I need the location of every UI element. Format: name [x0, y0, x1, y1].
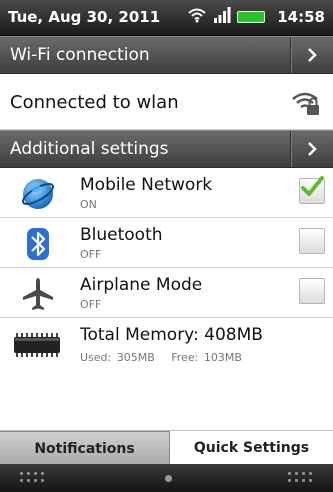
- status-icons: [187, 7, 265, 27]
- quick-settings-list: Mobile Network ON Bluetooth OFF Airplane…: [0, 168, 333, 372]
- memory-usage: Used: 305MB Free: 103MB: [80, 351, 242, 364]
- memory-free: Free: 103MB: [171, 351, 242, 364]
- secured-wifi-icon: [291, 89, 321, 121]
- signal-icon: [213, 7, 231, 27]
- item-title: Airplane Mode: [80, 275, 203, 295]
- bluetooth-checkbox[interactable]: [299, 228, 325, 254]
- list-item-airplane-mode[interactable]: Airplane Mode OFF: [0, 268, 333, 318]
- item-status: ON: [80, 198, 97, 211]
- memory-used: Used: 305MB: [80, 351, 155, 364]
- chevron-right-icon[interactable]: [290, 131, 333, 167]
- wifi-status-label: Connected to wlan: [10, 92, 179, 113]
- globe-icon: [20, 176, 56, 212]
- mobile-network-checkbox[interactable]: [299, 176, 325, 204]
- memory-chip-icon: [12, 328, 62, 364]
- tab-quick-settings[interactable]: Quick Settings: [170, 431, 333, 465]
- airplane-icon: [20, 276, 56, 312]
- status-date: Tue, Aug 30, 2011: [8, 8, 161, 26]
- additional-settings-header[interactable]: Additional settings: [0, 130, 333, 168]
- airplane-mode-checkbox[interactable]: [299, 278, 325, 304]
- notification-handle-bar[interactable]: [0, 464, 333, 492]
- item-title: Mobile Network: [80, 175, 213, 195]
- wifi-icon: [187, 7, 207, 27]
- list-item-mobile-network[interactable]: Mobile Network ON: [0, 168, 333, 218]
- item-status: OFF: [80, 298, 102, 311]
- wifi-connection-label: Wi-Fi connection: [10, 45, 150, 65]
- status-time: 14:58: [277, 8, 325, 26]
- chevron-right-icon[interactable]: [290, 37, 333, 73]
- bluetooth-icon: [20, 226, 56, 262]
- wifi-status-row[interactable]: Connected to wlan: [0, 76, 333, 130]
- handle-dot-icon: [165, 475, 172, 482]
- tab-notifications[interactable]: Notifications: [0, 431, 170, 465]
- battery-icon: [237, 11, 265, 23]
- tab-bar: Notifications Quick Settings: [0, 430, 333, 465]
- grip-icon: [288, 472, 318, 486]
- additional-settings-label: Additional settings: [10, 139, 169, 159]
- item-title: Bluetooth: [80, 225, 163, 245]
- list-item-bluetooth[interactable]: Bluetooth OFF: [0, 218, 333, 268]
- grip-icon: [20, 472, 50, 486]
- status-bar: Tue, Aug 30, 2011 14:58: [0, 0, 333, 36]
- list-item-memory: Total Memory: 408MB Used: 305MB Free: 10…: [0, 318, 333, 372]
- item-status: OFF: [80, 248, 102, 261]
- memory-title: Total Memory: 408MB: [80, 325, 263, 345]
- wifi-connection-header[interactable]: Wi-Fi connection: [0, 36, 333, 74]
